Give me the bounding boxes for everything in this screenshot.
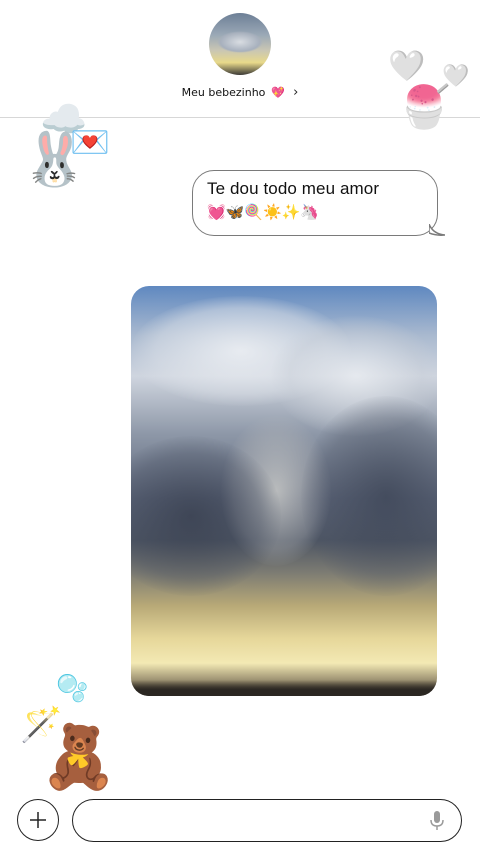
teddy-bear-sticker: 🧸 [40, 720, 118, 793]
microphone-icon[interactable] [428, 810, 446, 832]
message-bubble[interactable]: Te dou todo meu amor 💓🦋🍭☀️✨🦄 [192, 170, 445, 236]
contact-name: Meu bebezinho [181, 85, 266, 99]
bubbles-sticker: 🫧 [56, 674, 89, 704]
message-text: Te dou todo meu amor [207, 179, 380, 198]
chevron-right-icon: › [293, 84, 299, 100]
contact-emoji: 💖 [271, 85, 286, 99]
bunny-sticker: 🐰 [22, 130, 87, 190]
plus-icon [30, 812, 46, 828]
bubble-tail [429, 224, 445, 236]
add-attachment-button[interactable] [17, 799, 59, 841]
contact-avatar[interactable] [209, 13, 271, 75]
message-emojis: 💓🦋🍭☀️✨🦄 [207, 203, 320, 221]
shaved-ice-sticker: 🍧 [398, 82, 451, 131]
message-input[interactable] [72, 799, 462, 842]
heart-sticker: 🤍 [388, 49, 426, 84]
composer-bar [0, 790, 480, 854]
photo-message[interactable] [131, 286, 437, 696]
